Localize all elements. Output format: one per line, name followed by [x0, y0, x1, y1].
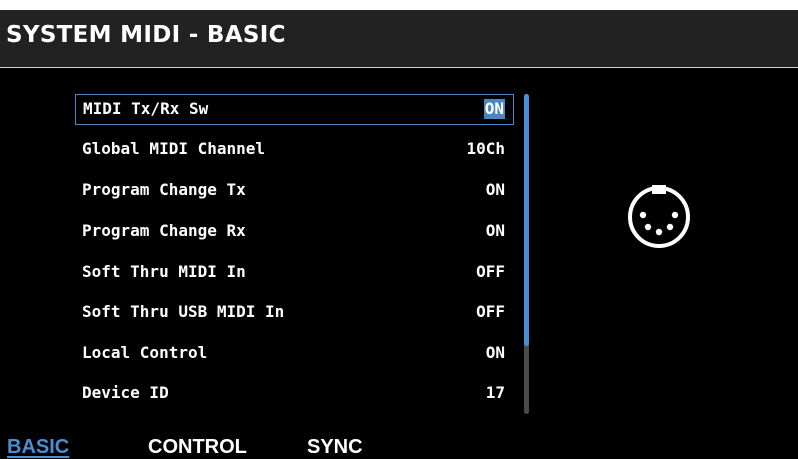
tab-bar: BASIC CONTROL SYNC	[0, 426, 798, 459]
tab-basic[interactable]: BASIC	[7, 436, 69, 459]
param-label: MIDI Tx/Rx Sw	[83, 99, 209, 118]
param-row-soft-thru-midi-in[interactable]: Soft Thru MIDI In OFF	[75, 258, 514, 289]
param-row-global-midi-channel[interactable]: Global MIDI Channel 10Ch	[75, 135, 514, 166]
param-row-device-id[interactable]: Device ID 17	[75, 379, 514, 410]
param-row-local-control[interactable]: Local Control ON	[75, 339, 514, 370]
param-label: Soft Thru USB MIDI In	[82, 302, 285, 321]
param-value[interactable]: ON	[485, 221, 506, 241]
system-midi-screen: SYSTEM MIDI - BASIC MIDI Tx/Rx Sw ON Glo…	[0, 10, 798, 459]
param-label: Device ID	[82, 383, 169, 402]
tab-sync[interactable]: SYNC	[307, 436, 363, 459]
param-row-midi-tx-rx-sw[interactable]: MIDI Tx/Rx Sw ON	[75, 94, 514, 125]
scrollbar-track[interactable]	[524, 94, 529, 414]
tab-control[interactable]: CONTROL	[148, 436, 247, 459]
param-label: Program Change Tx	[82, 180, 246, 199]
title-bar: SYSTEM MIDI - BASIC	[0, 10, 798, 68]
param-label: Soft Thru MIDI In	[82, 262, 246, 281]
param-row-program-change-tx[interactable]: Program Change Tx ON	[75, 176, 514, 207]
param-label: Program Change Rx	[82, 221, 246, 240]
param-label: Global MIDI Channel	[82, 139, 266, 158]
param-value[interactable]: ON	[485, 343, 506, 363]
param-value[interactable]: ON	[485, 180, 506, 200]
scrollbar-thumb[interactable]	[524, 94, 529, 346]
param-label: Local Control	[82, 343, 208, 362]
param-value[interactable]: 17	[485, 383, 506, 403]
param-row-soft-thru-usb-midi-in[interactable]: Soft Thru USB MIDI In OFF	[75, 298, 514, 329]
param-value[interactable]: 10Ch	[465, 139, 506, 159]
param-value[interactable]: OFF	[475, 302, 506, 322]
param-value[interactable]: OFF	[475, 262, 506, 282]
param-value[interactable]: ON	[483, 99, 505, 119]
page-title: SYSTEM MIDI - BASIC	[6, 22, 286, 48]
param-row-program-change-rx[interactable]: Program Change Rx ON	[75, 217, 514, 248]
midi-connector-icon	[628, 185, 690, 248]
